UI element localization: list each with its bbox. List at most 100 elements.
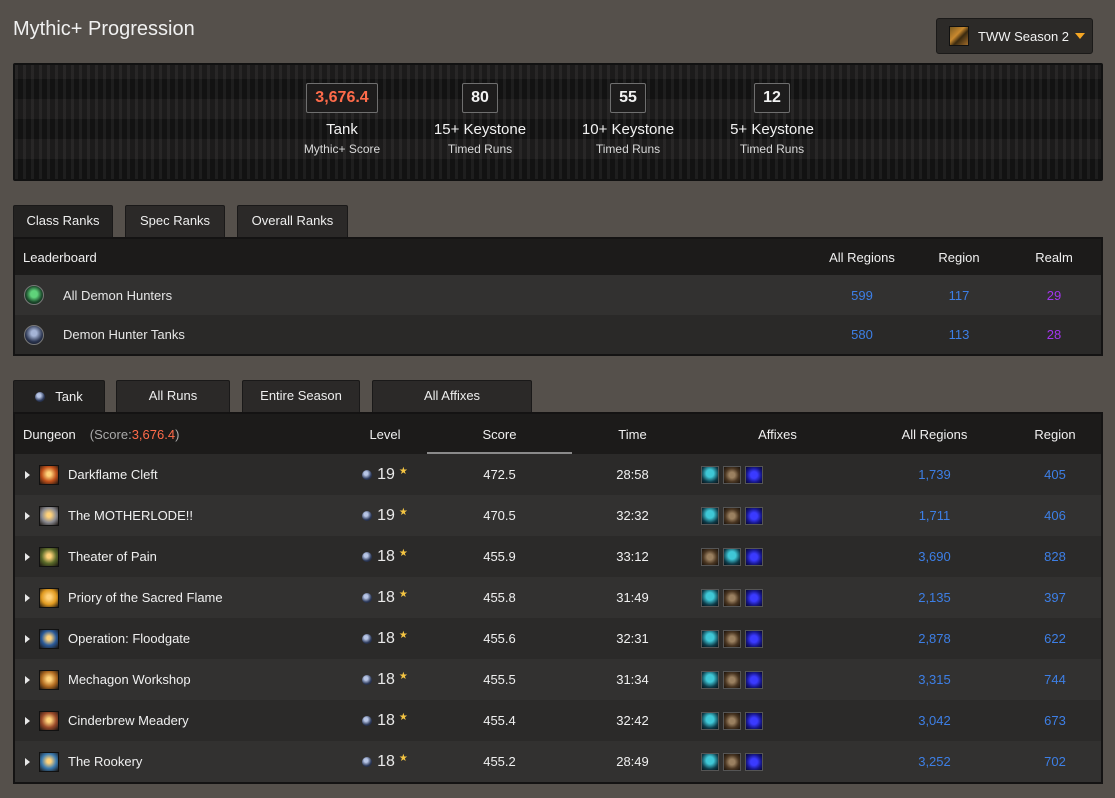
affix-teal-icon xyxy=(701,711,719,730)
table-row[interactable]: Theater of Pain 18 ★ 455.9 33:12 3,690 828 xyxy=(15,536,1101,577)
dungeon-icon xyxy=(39,546,59,567)
table-row[interactable]: Demon Hunter Tanks 580 113 28 xyxy=(15,315,1101,354)
expand-chevron-icon[interactable] xyxy=(25,470,30,479)
expand-chevron-icon[interactable] xyxy=(25,757,30,766)
dungeon-name[interactable]: The Rookery xyxy=(68,754,142,769)
header-affixes: Affixes xyxy=(758,426,797,442)
expand-chevron-icon[interactable] xyxy=(25,634,30,643)
dungeon-icon xyxy=(39,628,59,649)
run-rank-all-regions[interactable]: 2,878 xyxy=(882,618,987,659)
rank-region[interactable]: 117 xyxy=(909,275,1009,315)
header-score[interactable]: Score xyxy=(427,414,572,454)
dungeon-name[interactable]: Theater of Pain xyxy=(68,549,157,564)
affix-icons xyxy=(701,577,767,618)
tab-spec-ranks[interactable]: Spec Ranks xyxy=(125,205,225,237)
dungeon-name[interactable]: Darkflame Cleft xyxy=(68,467,158,482)
header-all-regions[interactable]: All Regions xyxy=(882,414,987,454)
affix-brown-icon xyxy=(723,506,741,525)
tab-class-ranks[interactable]: Class Ranks xyxy=(13,205,113,237)
affix-icons xyxy=(701,495,767,536)
dungeon-icon xyxy=(39,669,59,690)
header-score-prefix: (Score: xyxy=(89,426,132,442)
stat-subtitle: Timed Runs xyxy=(595,142,661,156)
star-icon: ★ xyxy=(398,466,408,477)
affix-icons xyxy=(701,536,767,577)
rank-all-regions[interactable]: 599 xyxy=(812,275,912,315)
tab-all-runs[interactable]: All Runs xyxy=(116,380,230,412)
run-rank-region[interactable]: 702 xyxy=(1005,741,1105,782)
season-icon xyxy=(949,26,969,46)
run-score: 455.6 xyxy=(483,631,516,646)
dungeon-name[interactable]: Mechagon Workshop xyxy=(68,672,191,687)
demon-hunter-icon xyxy=(24,285,44,305)
run-rank-region[interactable]: 405 xyxy=(1005,454,1105,495)
run-rank-all-regions[interactable]: 3,042 xyxy=(882,700,987,741)
header-region[interactable]: Region xyxy=(1005,414,1105,454)
run-time: 32:32 xyxy=(616,508,649,523)
rank-realm[interactable]: 29 xyxy=(1004,275,1104,315)
season-selector[interactable]: TWW Season 2 xyxy=(936,18,1093,54)
run-rank-all-regions[interactable]: 3,690 xyxy=(882,536,987,577)
dungeon-cell: Mechagon Workshop xyxy=(15,659,191,700)
run-rank-region[interactable]: 673 xyxy=(1005,700,1105,741)
rank-region[interactable]: 113 xyxy=(909,315,1009,354)
run-rank-region[interactable]: 744 xyxy=(1005,659,1105,700)
run-rank-region[interactable]: 406 xyxy=(1005,495,1105,536)
header-time[interactable]: Time xyxy=(595,414,670,454)
run-rank-region[interactable]: 397 xyxy=(1005,577,1105,618)
run-rank-all-regions[interactable]: 1,739 xyxy=(882,454,987,495)
run-rank-all-regions[interactable]: 3,315 xyxy=(882,659,987,700)
runs-table: Dungeon (Score: 3,676.4 ) Level Score Ti… xyxy=(13,412,1103,784)
expand-chevron-icon[interactable] xyxy=(25,511,30,520)
caret-down-icon xyxy=(1075,33,1086,39)
table-row[interactable]: All Demon Hunters 599 117 29 xyxy=(15,275,1101,315)
dungeon-name[interactable]: Operation: Floodgate xyxy=(68,631,190,646)
table-row[interactable]: The Rookery 18 ★ 455.2 28:49 3,252 702 xyxy=(15,741,1101,782)
affix-blue-icon xyxy=(745,506,763,525)
tab-overall-ranks[interactable]: Overall Ranks xyxy=(237,205,348,237)
affix-icons xyxy=(701,741,767,782)
affix-icons xyxy=(701,700,767,741)
run-rank-all-regions[interactable]: 1,711 xyxy=(882,495,987,536)
affix-brown-icon xyxy=(701,547,719,566)
header-level[interactable]: Level xyxy=(350,414,420,454)
rank-all-regions[interactable]: 580 xyxy=(812,315,912,354)
affix-blue-icon xyxy=(745,465,763,484)
dungeon-name[interactable]: The MOTHERLODE!! xyxy=(68,508,193,523)
ranks-table-header: Leaderboard All Regions Region Realm xyxy=(15,239,1101,275)
star-icon: ★ xyxy=(398,589,408,600)
run-rank-region[interactable]: 622 xyxy=(1005,618,1105,659)
run-rank-all-regions[interactable]: 3,252 xyxy=(882,741,987,782)
table-row[interactable]: Mechagon Workshop 18 ★ 455.5 31:34 3,315 744 xyxy=(15,659,1101,700)
affix-teal-icon xyxy=(723,547,741,566)
run-score: 455.5 xyxy=(483,672,516,687)
stat-5-keystone: 12 5+ Keystone Timed Runs xyxy=(697,83,847,156)
run-time: 31:49 xyxy=(616,590,649,605)
tab-entire-season[interactable]: Entire Season xyxy=(242,380,360,412)
affix-teal-icon xyxy=(701,670,719,689)
table-row[interactable]: Cinderbrew Meadery 18 ★ 455.4 32:42 3,042 673 xyxy=(15,700,1101,741)
expand-chevron-icon[interactable] xyxy=(25,593,30,602)
table-row[interactable]: Priory of the Sacred Flame 18 ★ 455.8 31:49 2… xyxy=(15,577,1101,618)
expand-chevron-icon[interactable] xyxy=(25,552,30,561)
tab-tank[interactable]: Tank xyxy=(13,380,105,412)
rank-name-cell: All Demon Hunters xyxy=(15,275,172,315)
expand-chevron-icon[interactable] xyxy=(25,675,30,684)
stat-15-keystone: 80 15+ Keystone Timed Runs xyxy=(405,83,555,156)
tab-all-affixes[interactable]: All Affixes xyxy=(372,380,532,412)
table-row[interactable]: The MOTHERLODE!! 19 ★ 470.5 32:32 1,711 406 xyxy=(15,495,1101,536)
level-cell: 18 ★ xyxy=(350,618,420,659)
dungeon-icon xyxy=(39,751,59,772)
run-rank-region[interactable]: 828 xyxy=(1005,536,1105,577)
run-score: 455.8 xyxy=(483,590,516,605)
rank-realm[interactable]: 28 xyxy=(1004,315,1104,354)
dungeon-name[interactable]: Cinderbrew Meadery xyxy=(68,713,189,728)
level-cell: 19 ★ xyxy=(350,454,420,495)
affix-icons xyxy=(701,618,767,659)
season-label: TWW Season 2 xyxy=(978,28,1070,44)
table-row[interactable]: Darkflame Cleft 19 ★ 472.5 28:58 1,739 405 xyxy=(15,454,1101,495)
expand-chevron-icon[interactable] xyxy=(25,716,30,725)
run-rank-all-regions[interactable]: 2,135 xyxy=(882,577,987,618)
table-row[interactable]: Operation: Floodgate 18 ★ 455.6 32:31 2,878 62… xyxy=(15,618,1101,659)
dungeon-name[interactable]: Priory of the Sacred Flame xyxy=(68,590,223,605)
